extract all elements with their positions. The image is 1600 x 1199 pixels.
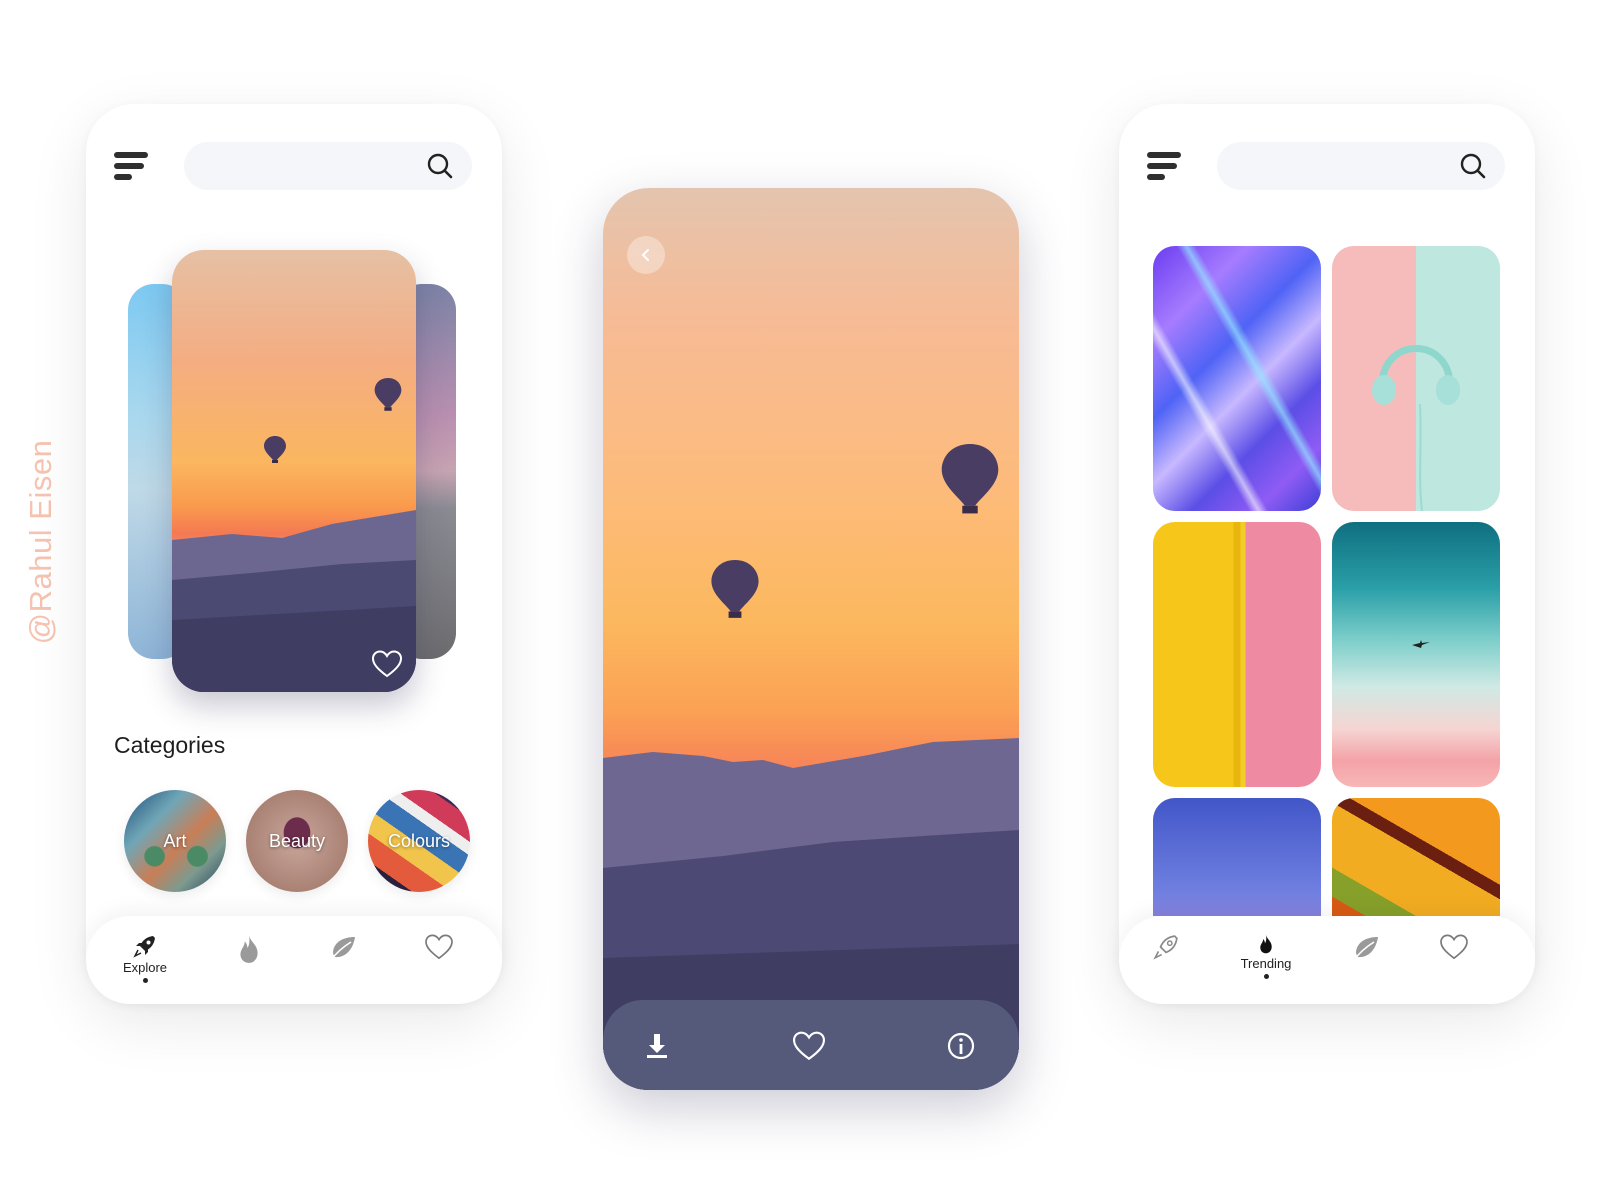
nav-trending[interactable] <box>214 934 284 990</box>
menu-icon[interactable] <box>1147 152 1187 184</box>
wallpaper-tile[interactable] <box>1332 798 1500 916</box>
search-input[interactable] <box>202 142 412 190</box>
nav-favorites[interactable] <box>404 934 474 990</box>
search-bar[interactable] <box>1217 142 1505 190</box>
wallpaper-tile[interactable] <box>1332 522 1500 787</box>
chevron-left-icon <box>641 249 649 261</box>
categories-title: Categories <box>114 732 226 758</box>
leaf-icon <box>1353 937 1378 961</box>
category-art[interactable]: Art <box>124 790 226 892</box>
rocket-icon <box>1153 935 1178 960</box>
search-input[interactable] <box>1235 142 1445 190</box>
flame-icon <box>1260 934 1272 954</box>
wallpaper-detail-screen <box>603 188 1019 1090</box>
headphones-icon <box>1372 345 1460 511</box>
wallpaper-tile[interactable] <box>1153 246 1321 511</box>
rocket-icon <box>133 936 155 958</box>
heart-icon[interactable] <box>372 650 402 678</box>
flame-icon <box>240 935 258 963</box>
heart-icon <box>425 934 453 960</box>
category-beauty[interactable]: Beauty <box>246 790 348 892</box>
category-colours[interactable]: Colours <box>368 790 470 892</box>
menu-icon[interactable] <box>114 152 154 184</box>
info-icon[interactable] <box>945 1030 977 1062</box>
search-bar[interactable] <box>184 142 472 190</box>
nav-nature[interactable] <box>308 934 378 990</box>
wallpaper-tile[interactable] <box>1153 522 1321 787</box>
action-bar <box>603 1000 1019 1090</box>
category-label: Beauty <box>268 830 326 851</box>
category-label: Art <box>163 830 187 851</box>
balloon-icon <box>374 378 402 411</box>
back-button[interactable] <box>627 236 665 274</box>
nav-label: Explore <box>122 960 168 975</box>
wallpaper-tile[interactable] <box>1153 798 1321 916</box>
heart-icon <box>1440 934 1468 960</box>
trending-screen: Trending <box>1119 104 1535 1004</box>
wallpaper-tile[interactable] <box>1332 246 1500 511</box>
active-indicator <box>142 978 148 983</box>
leaf-icon <box>330 937 355 961</box>
category-label: Colours <box>387 830 451 851</box>
nav-explore[interactable] <box>1131 934 1201 990</box>
download-icon[interactable] <box>641 1030 673 1062</box>
heart-icon[interactable] <box>793 1030 825 1062</box>
bird-icon <box>1412 640 1430 648</box>
active-indicator <box>1263 974 1269 979</box>
wallpaper-grid <box>1153 246 1505 916</box>
watermark-text: @Rahul Eisen <box>23 439 58 645</box>
balloon-icon <box>711 560 759 618</box>
search-icon[interactable] <box>426 152 454 180</box>
bottom-nav: Explore <box>86 916 502 1004</box>
explore-screen: Categories Art Beauty Colours Explore <box>86 104 502 1004</box>
bottom-nav: Trending <box>1119 916 1535 1004</box>
search-icon[interactable] <box>1459 152 1487 180</box>
nav-favorites[interactable] <box>1419 934 1489 990</box>
featured-wallpaper-card[interactable] <box>172 250 416 692</box>
balloon-icon <box>941 444 999 514</box>
nav-nature[interactable] <box>1331 934 1401 990</box>
nav-label: Trending <box>1240 956 1292 971</box>
nav-explore[interactable]: Explore <box>110 934 180 990</box>
balloon-icon <box>264 436 286 463</box>
nav-trending[interactable]: Trending <box>1231 934 1301 990</box>
